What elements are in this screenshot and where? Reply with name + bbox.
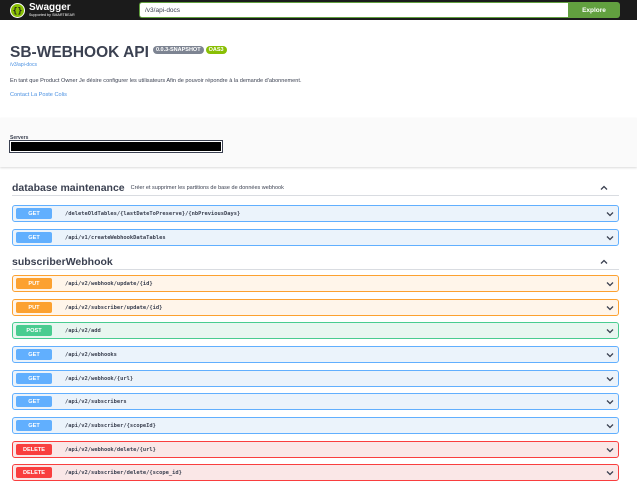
logo-title: Swagger xyxy=(29,1,71,13)
method-badge: PUT xyxy=(16,278,52,289)
operation-path: /api/v2/webhook/update/{id} xyxy=(65,280,153,287)
servers-section: Servers xyxy=(0,118,637,167)
operation-delete-webhook[interactable]: DELETE /api/v2/webhook/delete/{url} xyxy=(12,441,619,458)
spec-url-input[interactable] xyxy=(139,2,568,18)
api-info: SB-WEBHOOK API 0.0.3-SNAPSHOT OAS3 xyxy=(10,44,610,62)
operation-delete-subscriber[interactable]: DELETE /api/v2/subscriber/delete/{scope_… xyxy=(12,464,619,481)
chevron-up-icon[interactable] xyxy=(599,183,609,193)
operation-get-subscribers[interactable]: GET /api/v2/subscribers xyxy=(12,393,619,410)
swagger-logo[interactable]: {} Swagger Supported by SMARTBEAR xyxy=(10,2,75,18)
operation-get-webhook-by-url[interactable]: GET /api/v2/webhook/{url} xyxy=(12,370,619,387)
chevron-down-icon[interactable] xyxy=(605,350,615,360)
tag-description: Créer et supprimer les partitions de bas… xyxy=(130,184,284,191)
operation-get-create-webhook-data-tables[interactable]: GET /api/v1/createWebhookDataTables xyxy=(12,229,619,246)
chevron-down-icon[interactable] xyxy=(605,468,615,478)
method-badge: PUT xyxy=(16,302,52,313)
topbar: {} Swagger Supported by SMARTBEAR Explor… xyxy=(0,0,637,20)
method-badge: GET xyxy=(16,420,52,431)
page-title: SB-WEBHOOK API xyxy=(10,44,149,61)
swagger-logo-icon: {} xyxy=(10,2,25,18)
chevron-down-icon[interactable] xyxy=(605,421,615,431)
chevron-down-icon[interactable] xyxy=(605,397,615,407)
operation-path: /api/v2/subscriber/update/{id} xyxy=(65,304,163,311)
operation-put-subscriber-update[interactable]: PUT /api/v2/subscriber/update/{id} xyxy=(12,299,619,316)
method-badge: GET xyxy=(16,373,52,384)
operation-get-delete-old-tables[interactable]: GET /deleteOldTables/{lastDateToPreserve… xyxy=(12,205,619,222)
chevron-down-icon[interactable] xyxy=(605,326,615,336)
logo-text: Swagger Supported by SMARTBEAR xyxy=(29,1,75,18)
method-badge: GET xyxy=(16,208,52,219)
version-badge: 0.0.3-SNAPSHOT xyxy=(152,46,204,54)
operation-path: /api/v2/webhook/delete/{url} xyxy=(65,446,156,453)
operation-get-subscriber-by-scope[interactable]: GET /api/v2/subscriber/{scopeId} xyxy=(12,417,619,434)
logo-subtitle: Supported by SMARTBEAR xyxy=(29,12,75,17)
method-badge: POST xyxy=(16,325,52,336)
chevron-down-icon[interactable] xyxy=(605,374,615,384)
operation-path: /api/v2/webhook/{url} xyxy=(65,375,134,382)
operation-path: /api/v1/createWebhookDataTables xyxy=(65,234,166,241)
operation-put-webhook-update[interactable]: PUT /api/v2/webhook/update/{id} xyxy=(12,275,619,292)
operation-path: /api/v2/subscriber/delete/{scope_id} xyxy=(65,469,182,476)
api-description: En tant que Product Owner Je désire conf… xyxy=(10,78,302,84)
operation-path: /api/v2/webhooks xyxy=(65,351,117,358)
tag-name: subscriberWebhook xyxy=(12,255,113,268)
tag-database-maintenance[interactable]: database maintenance Créer et supprimer … xyxy=(12,180,619,196)
contact-link[interactable]: Contact La Poste Colis xyxy=(10,92,67,98)
method-badge: GET xyxy=(16,349,52,360)
method-badge: GET xyxy=(16,396,52,407)
chevron-up-icon[interactable] xyxy=(599,257,609,267)
operation-post-add[interactable]: POST /api/v2/add xyxy=(12,322,619,339)
chevron-down-icon[interactable] xyxy=(605,279,615,289)
operation-get-webhooks[interactable]: GET /api/v2/webhooks xyxy=(12,346,619,363)
chevron-down-icon[interactable] xyxy=(605,209,615,219)
tag-subscriber-webhook[interactable]: subscriberWebhook xyxy=(12,254,619,270)
chevron-down-icon[interactable] xyxy=(605,303,615,313)
title-row: SB-WEBHOOK API 0.0.3-SNAPSHOT OAS3 xyxy=(10,44,610,62)
operation-path: /api/v2/add xyxy=(65,327,101,334)
chevron-down-icon[interactable] xyxy=(605,445,615,455)
operation-path: /api/v2/subscribers xyxy=(65,398,127,405)
method-badge: DELETE xyxy=(16,467,52,478)
method-badge: DELETE xyxy=(16,444,52,455)
method-badge: GET xyxy=(16,232,52,243)
operation-path: /api/v2/subscriber/{scopeId} xyxy=(65,422,156,429)
spec-link[interactable]: /v3/api-docs xyxy=(10,62,37,68)
operation-path: /deleteOldTables/{lastDateToPreserve}/{n… xyxy=(65,210,241,217)
tag-name: database maintenance xyxy=(12,181,125,194)
servers-select[interactable] xyxy=(9,140,223,153)
chevron-down-icon[interactable] xyxy=(605,233,615,243)
oas-badge: OAS3 xyxy=(205,46,227,54)
explore-button[interactable]: Explore xyxy=(568,2,620,18)
